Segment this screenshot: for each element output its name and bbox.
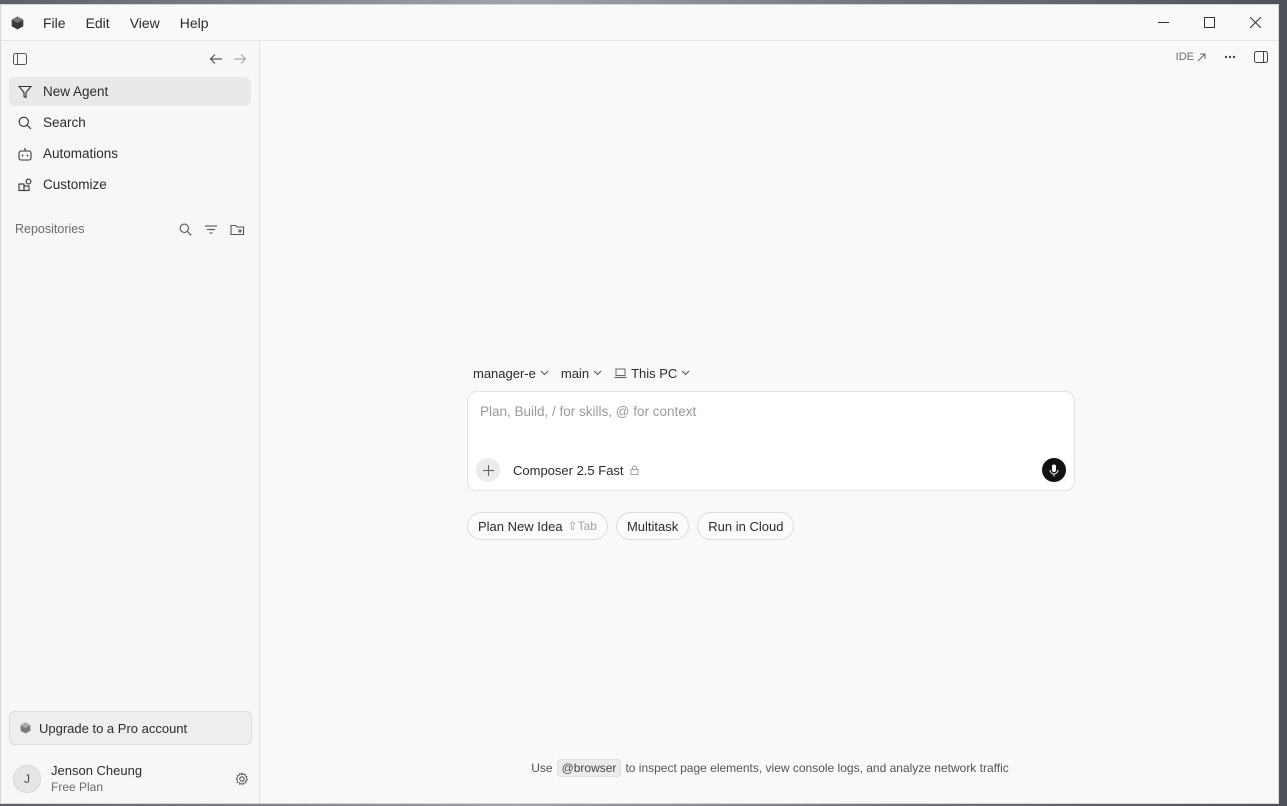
sidebar-item-label: Search — [43, 115, 86, 130]
ide-label: IDE — [1175, 51, 1194, 63]
browser-tip: Use @browser to inspect page elements, vie… — [260, 759, 1278, 777]
plan-new-idea-button[interactable]: Plan New Idea ⇧Tab — [467, 512, 608, 540]
repo-selector[interactable]: manager-e — [473, 366, 549, 381]
prompt-composer[interactable]: Plan, Build, / for skills, @ for context… — [467, 391, 1075, 491]
lock-icon — [630, 465, 639, 475]
run-in-cloud-button[interactable]: Run in Cloud — [697, 512, 795, 540]
repositories-header: Repositories — [1, 215, 259, 243]
maximize-button[interactable] — [1186, 5, 1232, 40]
toggle-sidebar-icon[interactable] — [13, 53, 27, 65]
tip-prefix: Use — [531, 761, 553, 775]
back-arrow-icon[interactable] — [209, 53, 223, 65]
browser-tag: @browser — [556, 759, 622, 777]
user-name: Jenson Cheung — [51, 763, 143, 778]
shortcut-hint: ⇧Tab — [567, 519, 597, 533]
pill-label: Run in Cloud — [708, 518, 784, 534]
cube-icon — [20, 722, 31, 734]
app-window: File Edit View Help New Agent Search Aut… — [0, 4, 1279, 804]
sidebar-item-label: Automations — [43, 146, 119, 161]
model-selector[interactable]: Composer 2.5 Fast — [513, 463, 639, 478]
plus-icon — [482, 464, 494, 476]
composer-area: manager-e main This PC Plan, Build, / fo… — [467, 359, 1075, 540]
funnel-icon — [17, 84, 33, 100]
repo-search-icon[interactable] — [179, 223, 192, 236]
title-bar: File Edit View Help — [1, 5, 1278, 41]
microphone-icon — [1049, 464, 1059, 476]
prompt-input[interactable]: Plan, Build, / for skills, @ for context — [480, 404, 696, 419]
sidebar-item-label: New Agent — [43, 84, 109, 99]
sidebar-item-search[interactable]: Search — [9, 108, 251, 137]
upgrade-label: Upgrade to a Pro account — [39, 720, 188, 736]
arrow-up-right-icon — [1197, 53, 1206, 62]
sidebar-item-automations[interactable]: Automations — [9, 139, 251, 168]
pill-label: Plan New Idea — [478, 518, 563, 534]
close-button[interactable] — [1232, 5, 1278, 40]
menu-file[interactable]: File — [33, 5, 76, 41]
sidebar-toolbar — [1, 41, 259, 77]
user-profile[interactable]: J Jenson Cheung Free Plan — [13, 759, 253, 799]
add-folder-icon[interactable] — [230, 223, 245, 236]
machine-name: This PC — [631, 365, 678, 381]
branch-name: main — [560, 365, 590, 381]
add-attachment-button[interactable] — [476, 458, 500, 482]
user-plan: Free Plan — [51, 780, 104, 794]
machine-selector[interactable]: This PC — [614, 366, 690, 381]
branch-selector[interactable]: main — [561, 366, 602, 381]
context-selectors: manager-e main This PC — [467, 359, 1075, 387]
pill-label: Multitask — [626, 518, 679, 534]
window-controls — [1140, 5, 1278, 40]
sidebar-item-customize[interactable]: Customize — [9, 170, 251, 199]
filter-icon[interactable] — [204, 223, 218, 236]
sidebar: New Agent Search Automations Customize R… — [1, 41, 260, 803]
menu-edit[interactable]: Edit — [76, 5, 120, 41]
main-toolbar: IDE — [1176, 51, 1268, 63]
quick-actions: Plan New Idea ⇧Tab Multitask Run in Clou… — [467, 512, 1075, 540]
toggle-panel-icon[interactable] — [1254, 51, 1268, 63]
search-icon — [17, 115, 33, 131]
microphone-button[interactable] — [1042, 458, 1066, 482]
composer-bottom-bar: Composer 2.5 Fast — [476, 458, 1066, 482]
sidebar-item-label: Customize — [43, 177, 107, 192]
blocks-icon — [17, 177, 33, 193]
app-logo-icon — [1, 16, 33, 30]
upgrade-button[interactable]: Upgrade to a Pro account — [9, 711, 252, 745]
sidebar-item-new-agent[interactable]: New Agent — [9, 77, 251, 106]
repositories-label: Repositories — [15, 222, 85, 236]
robot-icon — [17, 146, 33, 162]
multitask-button[interactable]: Multitask — [615, 512, 690, 540]
chevron-down-icon — [593, 370, 602, 376]
laptop-icon — [614, 368, 627, 379]
gear-icon[interactable] — [235, 772, 249, 786]
repo-name: manager-e — [473, 365, 536, 381]
minimize-button[interactable] — [1140, 5, 1186, 40]
menu-view[interactable]: View — [120, 5, 170, 41]
model-name: Composer 2.5 Fast — [513, 462, 624, 478]
open-ide-button[interactable]: IDE — [1176, 51, 1206, 63]
chevron-down-icon — [681, 370, 690, 376]
main-panel: IDE manager-e main This PC Plan, Build, … — [260, 41, 1278, 803]
menu-help[interactable]: Help — [170, 5, 219, 41]
forward-arrow-icon[interactable] — [233, 53, 247, 65]
tip-suffix: to inspect page elements, view console l… — [625, 761, 1009, 775]
chevron-down-icon — [540, 370, 549, 376]
avatar: J — [13, 765, 41, 793]
more-options-icon[interactable] — [1224, 55, 1236, 59]
